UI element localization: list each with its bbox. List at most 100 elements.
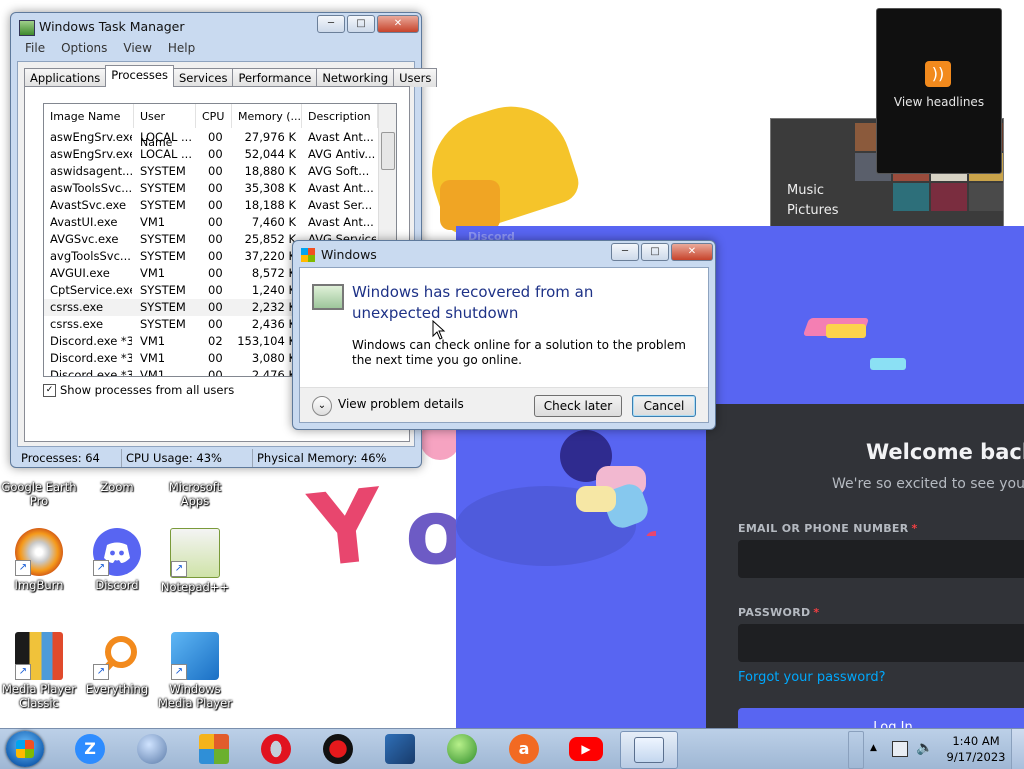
process-cpu: 00: [208, 198, 223, 212]
windows-flag-icon: [301, 248, 315, 262]
chevron-down-icon[interactable]: ⌄: [312, 396, 332, 416]
process-cpu: 00: [208, 232, 223, 246]
tab-users[interactable]: Users: [393, 68, 438, 87]
close-button[interactable]: ✕: [671, 243, 713, 261]
menu-options[interactable]: Options: [61, 41, 107, 59]
taskbar-opera[interactable]: [252, 731, 300, 767]
tab-applications[interactable]: Applications: [24, 68, 107, 87]
tray-scroll-arrows[interactable]: [848, 731, 864, 769]
process-row[interactable]: aswEngSrv.exe LOCAL ... 00 52,044 K AVG Anti…: [44, 146, 378, 163]
menu-help[interactable]: Help: [168, 41, 195, 59]
taskbar-microsoft-apps[interactable]: [190, 731, 238, 767]
column-image-name[interactable]: Image Name: [44, 104, 134, 128]
process-memory: 25,852 K: [244, 232, 296, 246]
show-all-processes-label: Show processes from all users: [60, 383, 235, 397]
desktop-icon-windows-media-player[interactable]: ↗ Windows Media Player: [157, 632, 233, 710]
forgot-password-link[interactable]: Forgot your password?: [738, 670, 886, 685]
close-button[interactable]: ✕: [377, 15, 419, 33]
feed-headlines-gadget[interactable]: )) View headlines: [876, 8, 1002, 174]
view-problem-details[interactable]: View problem details: [338, 397, 464, 411]
desktop-icon-imgburn[interactable]: ↗ ImgBurn: [1, 528, 77, 592]
welcome-subtitle: We're so excited to see you again!: [832, 476, 1024, 492]
taskbar-clock[interactable]: 1:40 AM 9/17/2023: [944, 733, 1008, 765]
taskbar-avast[interactable]: a: [500, 731, 548, 767]
menu-file[interactable]: File: [25, 41, 45, 59]
dialog-title: Windows: [321, 247, 377, 262]
process-user-name: SYSTEM: [140, 198, 186, 212]
check-later-button[interactable]: Check later: [534, 395, 622, 417]
illustration-bird: [826, 324, 866, 338]
process-cpu: 02: [208, 334, 223, 348]
minimize-button[interactable]: ─: [611, 243, 639, 261]
process-memory: 52,044 K: [244, 147, 296, 161]
process-user-name: SYSTEM: [140, 164, 186, 178]
checkbox-checked[interactable]: ✓: [43, 383, 56, 397]
maximize-button[interactable]: □: [641, 243, 669, 261]
email-field[interactable]: [738, 540, 1024, 578]
process-memory: 35,308 K: [244, 181, 296, 195]
process-row[interactable]: aswToolsSvc.... SYSTEM 00 35,308 K Avast Ant…: [44, 180, 378, 197]
record-icon: [323, 734, 353, 764]
maximize-button[interactable]: □: [347, 15, 375, 33]
media-link-pictures[interactable]: Pictures: [787, 201, 838, 221]
password-label: PASSWORD *: [738, 606, 820, 619]
process-cpu: 00: [208, 368, 223, 377]
process-row[interactable]: AvastSvc.exe SYSTEM 00 18,188 K Avast Ser...: [44, 197, 378, 214]
process-image-name: AvastSvc.exe: [50, 198, 127, 212]
process-memory: 2,232 K: [251, 300, 296, 314]
cancel-button[interactable]: Cancel: [632, 395, 696, 417]
media-thumbnail: [969, 183, 1003, 211]
process-memory: 1,240 K: [251, 283, 296, 297]
process-user-name: SYSTEM: [140, 181, 186, 195]
media-link-music[interactable]: Music: [787, 181, 838, 201]
taskbar-task-manager[interactable]: [620, 731, 678, 769]
taskbar-google-earth-pro[interactable]: [128, 731, 176, 767]
tab-networking[interactable]: Networking: [316, 68, 395, 87]
rss-icon: )): [925, 61, 951, 87]
desktop-icon-discord[interactable]: ↗ Discord: [79, 528, 155, 592]
media-thumbnail: [893, 183, 929, 211]
start-button[interactable]: [6, 731, 44, 767]
scrollbar-thumb[interactable]: [381, 132, 395, 170]
email-label: EMAIL OR PHONE NUMBER *: [738, 522, 918, 535]
network-icon[interactable]: [892, 741, 908, 757]
column-user-name[interactable]: User Name: [134, 104, 196, 149]
recovery-dialog: Windows ─ □ ✕ Windows has recovered from…: [292, 240, 716, 430]
show-hidden-icons-chevron-icon[interactable]: ▲: [870, 743, 877, 753]
process-row[interactable]: AvastUI.exe VM1 00 7,460 K Avast Ant...: [44, 214, 378, 231]
task-manager-title: Windows Task Manager: [39, 19, 185, 34]
tab-performance[interactable]: Performance: [232, 68, 318, 87]
tab-strip: Applications Processes Services Performa…: [24, 65, 438, 87]
view-headlines-link[interactable]: View headlines: [877, 95, 1001, 109]
process-cpu: 00: [208, 300, 223, 314]
desktop-icon-media-player-classic[interactable]: ↗ Media Player Classic: [1, 632, 77, 710]
zoom-icon: Z: [75, 734, 105, 764]
column-cpu[interactable]: CPU: [196, 104, 232, 128]
desktop-icon-everything[interactable]: ↗ Everything: [79, 632, 155, 696]
process-user-name: SYSTEM: [140, 317, 186, 331]
process-description: AVG Antiv...: [308, 147, 376, 161]
tab-services[interactable]: Services: [172, 68, 234, 87]
process-memory: 7,460 K: [251, 215, 296, 229]
login-button[interactable]: Log In: [738, 708, 1024, 728]
password-field[interactable]: [738, 624, 1024, 662]
clock-date: 9/17/2023: [946, 750, 1006, 764]
taskbar-virtualbox[interactable]: [376, 731, 424, 767]
show-all-processes-checkbox[interactable]: ✓ Show processes from all users: [43, 383, 234, 397]
column-description[interactable]: Description: [302, 104, 378, 128]
process-image-name: csrss.exe: [50, 300, 104, 314]
volume-muted-icon[interactable]: 🔈: [916, 740, 933, 756]
process-row[interactable]: aswEngSrv.exe LOCAL ... 00 27,976 K Avast An…: [44, 129, 378, 146]
process-row[interactable]: aswidsagent.... SYSTEM 00 18,880 K AVG Soft.…: [44, 163, 378, 180]
tab-processes[interactable]: Processes: [105, 65, 174, 87]
desktop-icon-notepad-plus-plus[interactable]: ↗ Notepad++: [157, 528, 233, 594]
minimize-button[interactable]: ─: [317, 15, 345, 33]
taskbar-youtube[interactable]: ▶: [562, 731, 610, 767]
taskbar-obs[interactable]: [314, 731, 362, 767]
taskbar-zoom[interactable]: Z: [66, 731, 114, 767]
column-memory[interactable]: Memory (...: [232, 104, 302, 128]
menu-view[interactable]: View: [123, 41, 151, 59]
taskbar-windows-media-center[interactable]: [438, 731, 486, 767]
process-image-name: aswidsagent....: [50, 164, 132, 178]
show-desktop-button[interactable]: [1011, 729, 1024, 769]
